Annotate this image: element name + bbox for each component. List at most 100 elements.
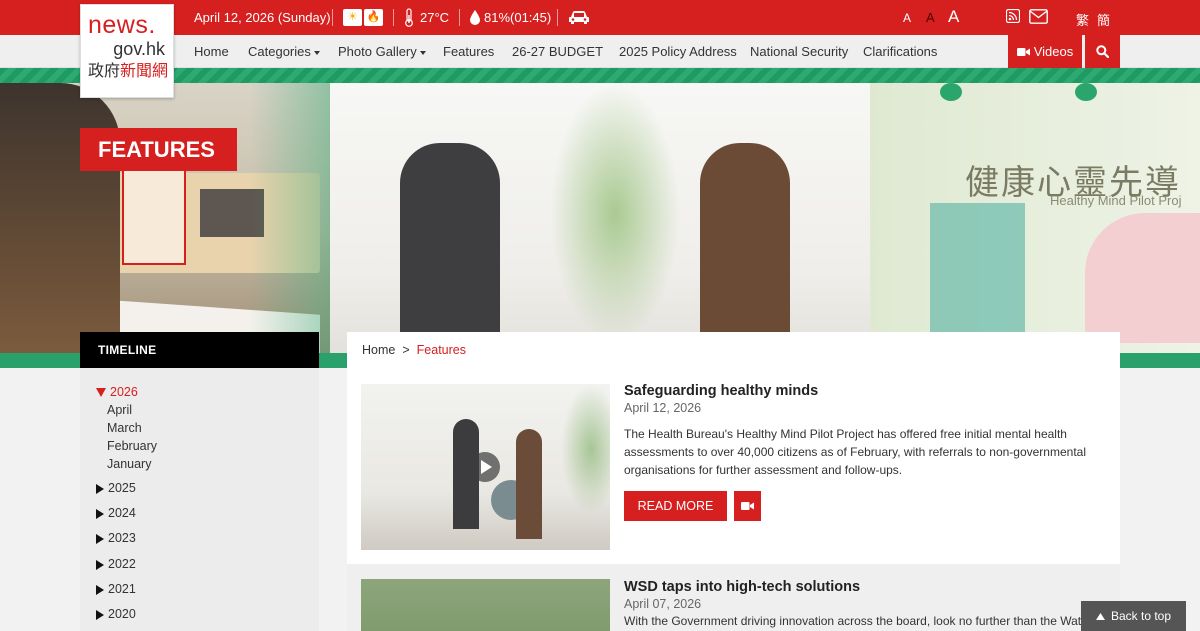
timeline-year-2022[interactable]: 2022 [96, 557, 136, 571]
nav-features[interactable]: Features [443, 44, 494, 59]
temperature: 27°C [420, 10, 450, 25]
hero-person-woman [400, 143, 500, 353]
rss-icon[interactable] [1006, 9, 1020, 23]
timeline-year-2021[interactable]: 2021 [96, 582, 136, 596]
logo-line1: news. [88, 11, 156, 39]
year-label: 2026 [110, 385, 138, 399]
hero-family-illustration [1085, 213, 1200, 343]
nav-label: Home [194, 44, 229, 59]
year-label: 2023 [108, 531, 136, 545]
timeline-heading: TIMELINE [80, 332, 319, 368]
traditional-chinese-link[interactable]: 繁 [1076, 10, 1089, 29]
font-size-small-button[interactable]: A [903, 11, 911, 25]
search-icon [1096, 45, 1109, 58]
email-icon[interactable] [1029, 9, 1048, 24]
weather-icon[interactable]: ☀ 🔥 [343, 9, 383, 26]
article-date: April 07, 2026 [624, 597, 702, 611]
article-video-button[interactable] [734, 491, 761, 521]
hero-sign-panel [930, 203, 1025, 343]
hero-booklet [122, 169, 186, 265]
year-label: 2025 [108, 481, 136, 495]
logo-line3-part2: 新聞網 [120, 63, 169, 80]
nav-policy-address[interactable]: 2025 Policy Address [619, 44, 737, 59]
article-thumbnail[interactable] [361, 579, 610, 631]
article-title[interactable]: Safeguarding healthy minds [624, 383, 818, 399]
article-summary: The Health Bureau's Healthy Mind Pilot P… [624, 427, 1086, 477]
nav-label: Clarifications [863, 44, 938, 59]
article-date: April 12, 2026 [624, 401, 702, 415]
year-label: 2024 [108, 506, 136, 520]
timeline-month-march[interactable]: March [107, 421, 142, 435]
year-label: 2021 [108, 582, 136, 596]
humidity: 81%(01:45) [484, 10, 552, 25]
nav-label: 2025 Policy Address [619, 44, 737, 59]
article-title[interactable]: WSD taps into high-tech solutions [624, 579, 860, 595]
timeline-month-february[interactable]: February [107, 439, 157, 453]
search-button[interactable] [1085, 35, 1120, 68]
breadcrumb-separator: > [402, 343, 410, 357]
triangle-up-icon [1095, 612, 1105, 620]
logo-line3: 政府新聞網 [88, 64, 168, 80]
timeline-sidebar: TIMELINE 2026 April March February Janua… [80, 332, 319, 631]
hero-person-man [700, 143, 790, 353]
play-icon[interactable] [470, 452, 500, 482]
timeline-year-2024[interactable]: 2024 [96, 506, 136, 520]
hero-org-logo [1075, 83, 1097, 101]
nav-label: 26-27 BUDGET [512, 44, 604, 59]
hero-banner: 健康心靈先導 Healthy Mind Pilot Proj [0, 83, 1200, 353]
font-size-medium-button[interactable]: A [926, 10, 935, 25]
article-item: Safeguarding healthy minds April 12, 202… [347, 372, 1120, 562]
nav-clarifications[interactable]: Clarifications [863, 44, 937, 59]
triangle-right-icon [96, 559, 104, 570]
divider [557, 9, 558, 26]
hero-photo-right: 健康心靈先導 Healthy Mind Pilot Proj [870, 83, 1200, 353]
green-stripe-top [0, 68, 1200, 83]
breadcrumb-current[interactable]: Features [417, 343, 466, 357]
site-logo[interactable]: news. gov.hk 政府新聞網 [80, 4, 174, 98]
hero-org-logo [940, 83, 962, 101]
triangle-right-icon [96, 609, 104, 620]
current-date: April 12, 2026 (Sunday) [194, 10, 331, 25]
timeline-year-2023[interactable]: 2023 [96, 531, 136, 545]
hero-sign-english: Healthy Mind Pilot Proj [1050, 193, 1182, 208]
back-to-top-label: Back to top [1110, 609, 1172, 623]
nav-label: National Security [750, 44, 849, 59]
traffic-car-icon[interactable] [568, 9, 590, 26]
video-camera-icon [741, 502, 754, 510]
nav-national-security[interactable]: National Security [750, 44, 848, 59]
read-more-button[interactable]: READ MORE [624, 491, 727, 521]
caret-down-icon [419, 50, 426, 55]
video-camera-icon [1016, 47, 1030, 56]
nav-categories[interactable]: Categories [248, 44, 320, 59]
timeline-month-january[interactable]: January [107, 457, 151, 471]
article-item: WSD taps into high-tech solutions April … [347, 564, 1120, 631]
logo-line3-part1: 政府 [88, 63, 121, 80]
divider [393, 9, 394, 26]
nav-budget[interactable]: 26-27 BUDGET [512, 44, 603, 59]
hero-man-writing [0, 83, 120, 353]
divider [459, 9, 460, 26]
article-thumbnail[interactable] [361, 384, 610, 550]
top-bar: April 12, 2026 (Sunday) ☀ 🔥 27°C 81%(01:… [0, 0, 1200, 35]
nav-label: Features [443, 44, 495, 59]
timeline-year-2020[interactable]: 2020 [96, 607, 136, 621]
nav-home[interactable]: Home [194, 44, 229, 59]
simplified-chinese-link[interactable]: 簡 [1097, 10, 1110, 29]
humidity-drop-icon [470, 10, 480, 25]
timeline-year-2026[interactable]: 2026 [96, 385, 138, 399]
triangle-right-icon [96, 483, 104, 494]
hero-green-band [250, 83, 330, 353]
nav-photo-gallery[interactable]: Photo Gallery [338, 44, 426, 59]
videos-button[interactable]: Videos [1008, 35, 1082, 68]
nav-label: Photo Gallery [338, 44, 417, 59]
hero-photo-center [330, 83, 870, 353]
divider [332, 9, 333, 26]
breadcrumb-home[interactable]: Home [362, 343, 395, 357]
timeline-month-april[interactable]: April [107, 403, 132, 417]
font-size-large-button[interactable]: A [948, 7, 959, 27]
back-to-top-button[interactable]: Back to top [1081, 601, 1186, 631]
main-nav: Home Categories Photo Gallery Features 2… [0, 35, 1200, 68]
thumbnail-figure [516, 429, 542, 539]
videos-label: Videos [1033, 44, 1074, 59]
timeline-year-2025[interactable]: 2025 [96, 481, 136, 495]
